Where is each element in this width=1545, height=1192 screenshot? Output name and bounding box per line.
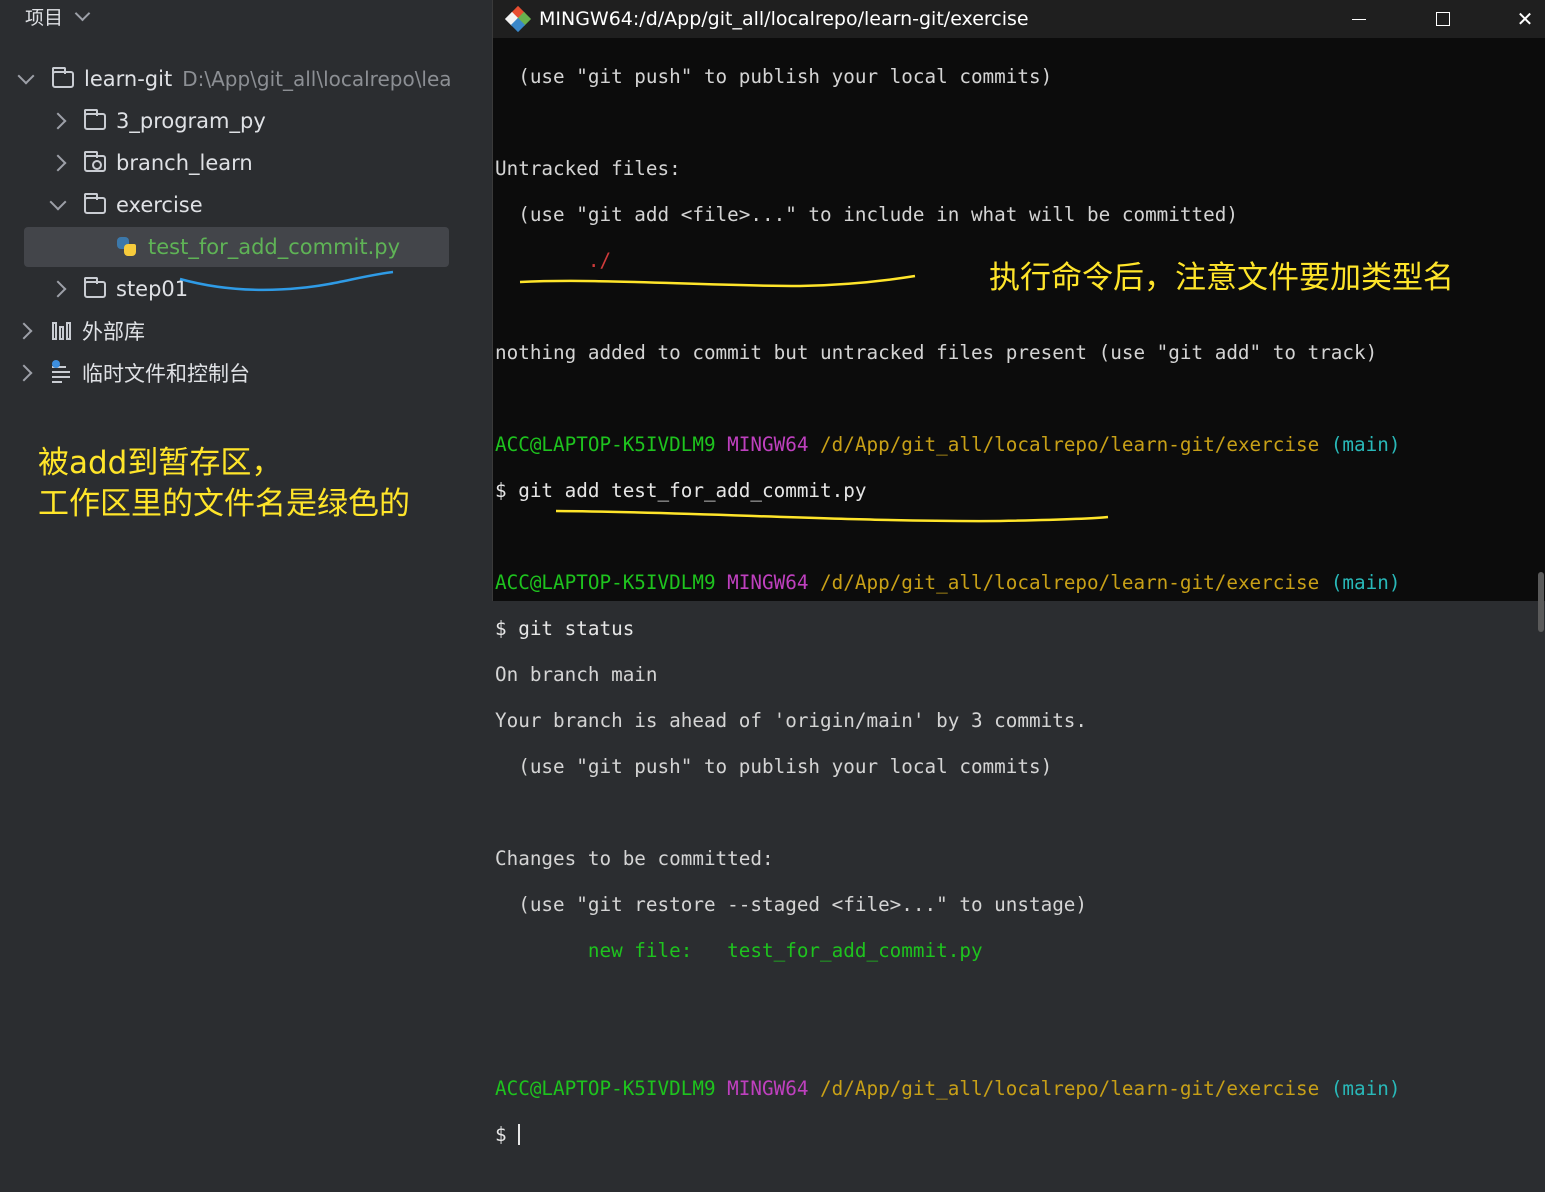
project-panel-header[interactable]: 项目 <box>25 2 91 30</box>
tree-item-label: 临时文件和控制台 <box>82 362 250 386</box>
tree-item-3-program-py[interactable]: 3_program_py <box>49 103 266 139</box>
prompt-branch: (main) <box>1330 571 1401 594</box>
prompt-path: /d/App/git_all/localrepo/learn-git/exerc… <box>820 571 1320 594</box>
text-cursor <box>518 1124 521 1145</box>
terminal-line: (use "git push" to publish your local co… <box>495 755 1053 778</box>
folder-icon <box>84 276 106 298</box>
project-panel-title: 项目 <box>25 6 64 29</box>
close-button[interactable]: ✕ <box>1497 0 1545 38</box>
terminal-line: (use "git push" to publish your local co… <box>495 65 1053 88</box>
minimize-button[interactable] <box>1331 0 1387 38</box>
expand-arrow-icon[interactable] <box>49 112 67 130</box>
annotation-terminal: 执行命令后，注意文件要加类型名 <box>989 260 1454 296</box>
folder-icon <box>52 66 74 88</box>
tree-item-label: exercise <box>116 193 203 217</box>
tree-item-branch-learn[interactable]: branch_learn <box>49 145 253 181</box>
tree-item-label: learn-git <box>84 67 173 91</box>
terminal-prompt: ACC@LAPTOP-K5IVDLM9 MINGW64 /d/App/git_a… <box>495 571 1535 594</box>
prompt-path: /d/App/git_all/localrepo/learn-git/exerc… <box>820 1077 1320 1100</box>
prompt-user: ACC@LAPTOP-K5IVDLM9 <box>495 1077 716 1100</box>
close-icon: ✕ <box>1516 7 1534 31</box>
expand-arrow-icon[interactable] <box>49 154 67 172</box>
expand-arrow-icon[interactable] <box>49 193 67 211</box>
terminal-window: MINGW64:/d/App/git_all/localrepo/learn-g… <box>492 0 1545 1146</box>
tree-item-step01[interactable]: step01 <box>49 271 189 307</box>
terminal-titlebar[interactable]: MINGW64:/d/App/git_all/localrepo/learn-g… <box>493 0 1545 38</box>
terminal-line: Changes to be committed: <box>495 847 774 870</box>
git-bash-icon <box>504 5 532 33</box>
prompt-user: ACC@LAPTOP-K5IVDLM9 <box>495 433 716 456</box>
terminal-line: (use "git restore --staged <file>..." to… <box>495 893 1088 916</box>
terminal-line: nothing added to commit but untracked fi… <box>495 341 1378 364</box>
tree-item-label-staged: test_for_add_commit.py <box>148 235 401 259</box>
prompt-branch: (main) <box>1330 1077 1401 1100</box>
expand-arrow-icon[interactable] <box>49 280 67 298</box>
terminal-title: MINGW64:/d/App/git_all/localrepo/learn-g… <box>539 8 1029 30</box>
tree-item-external-libraries[interactable]: 外部库 <box>15 313 145 349</box>
tree-item-label: branch_learn <box>116 151 253 175</box>
tree-item-test-file[interactable]: test_for_add_commit.py <box>24 227 449 267</box>
maximize-button[interactable] <box>1415 0 1471 38</box>
annotation-ide-line2: 工作区里的文件名是绿色的 <box>38 486 410 522</box>
expand-arrow-icon[interactable] <box>15 364 33 382</box>
terminal-line: On branch main <box>495 663 658 686</box>
project-panel: 项目 learn-git D:\App\git_all\localrepo\le… <box>0 0 472 601</box>
terminal-command: $ <box>495 1123 519 1146</box>
tree-item-label: 外部库 <box>82 320 145 344</box>
maximize-icon <box>1436 12 1450 26</box>
terminal-prompt: ACC@LAPTOP-K5IVDLM9 MINGW64 /d/App/git_a… <box>495 433 1535 456</box>
terminal-line: (use "git add <file>..." to include in w… <box>495 203 1238 226</box>
expand-arrow-icon[interactable] <box>15 322 33 340</box>
python-file-icon <box>116 236 138 258</box>
terminal-input-line[interactable]: $ <box>495 1123 1535 1146</box>
chevron-down-icon <box>74 5 91 21</box>
minimize-icon <box>1352 18 1366 20</box>
tree-item-root[interactable]: learn-git D:\App\git_all\localrepo\lea <box>17 61 452 97</box>
terminal-prompt: ACC@LAPTOP-K5IVDLM9 MINGW64 /d/App/git_a… <box>495 1077 1535 1100</box>
folder-icon <box>84 108 106 130</box>
tree-item-label: step01 <box>116 277 189 301</box>
scrollbar-thumb[interactable] <box>1538 572 1544 632</box>
terminal-command: $ git status <box>495 617 635 640</box>
annotation-ide-line1: 被add到暂存区， <box>38 445 283 481</box>
terminal-scrollbar[interactable] <box>1534 42 1545 632</box>
package-folder-icon <box>84 150 106 172</box>
prompt-shell: MINGW64 <box>727 433 809 456</box>
prompt-user: ACC@LAPTOP-K5IVDLM9 <box>495 571 716 594</box>
terminal-command: $ git add test_for_add_commit.py <box>495 479 867 502</box>
tree-item-exercise[interactable]: exercise <box>49 187 203 223</box>
terminal-line: Untracked files: <box>495 157 681 180</box>
library-icon <box>52 322 74 340</box>
prompt-shell: MINGW64 <box>727 571 809 594</box>
prompt-shell: MINGW64 <box>727 1077 809 1100</box>
terminal-output[interactable]: (use "git push" to publish your local co… <box>495 42 1535 1146</box>
prompt-path: /d/App/git_all/localrepo/learn-git/exerc… <box>820 433 1320 456</box>
terminal-line-staged: new file: test_for_add_commit.py <box>495 939 983 962</box>
terminal-line: Your branch is ahead of 'origin/main' by… <box>495 709 1088 732</box>
prompt-branch: (main) <box>1330 433 1401 456</box>
tree-item-label: 3_program_py <box>116 109 266 133</box>
expand-arrow-icon[interactable] <box>17 67 35 85</box>
tree-item-scratches[interactable]: 临时文件和控制台 <box>15 355 250 391</box>
tree-item-path: D:\App\git_all\localrepo\lea <box>182 67 452 91</box>
folder-icon <box>84 192 106 214</box>
scratches-icon <box>52 360 74 383</box>
